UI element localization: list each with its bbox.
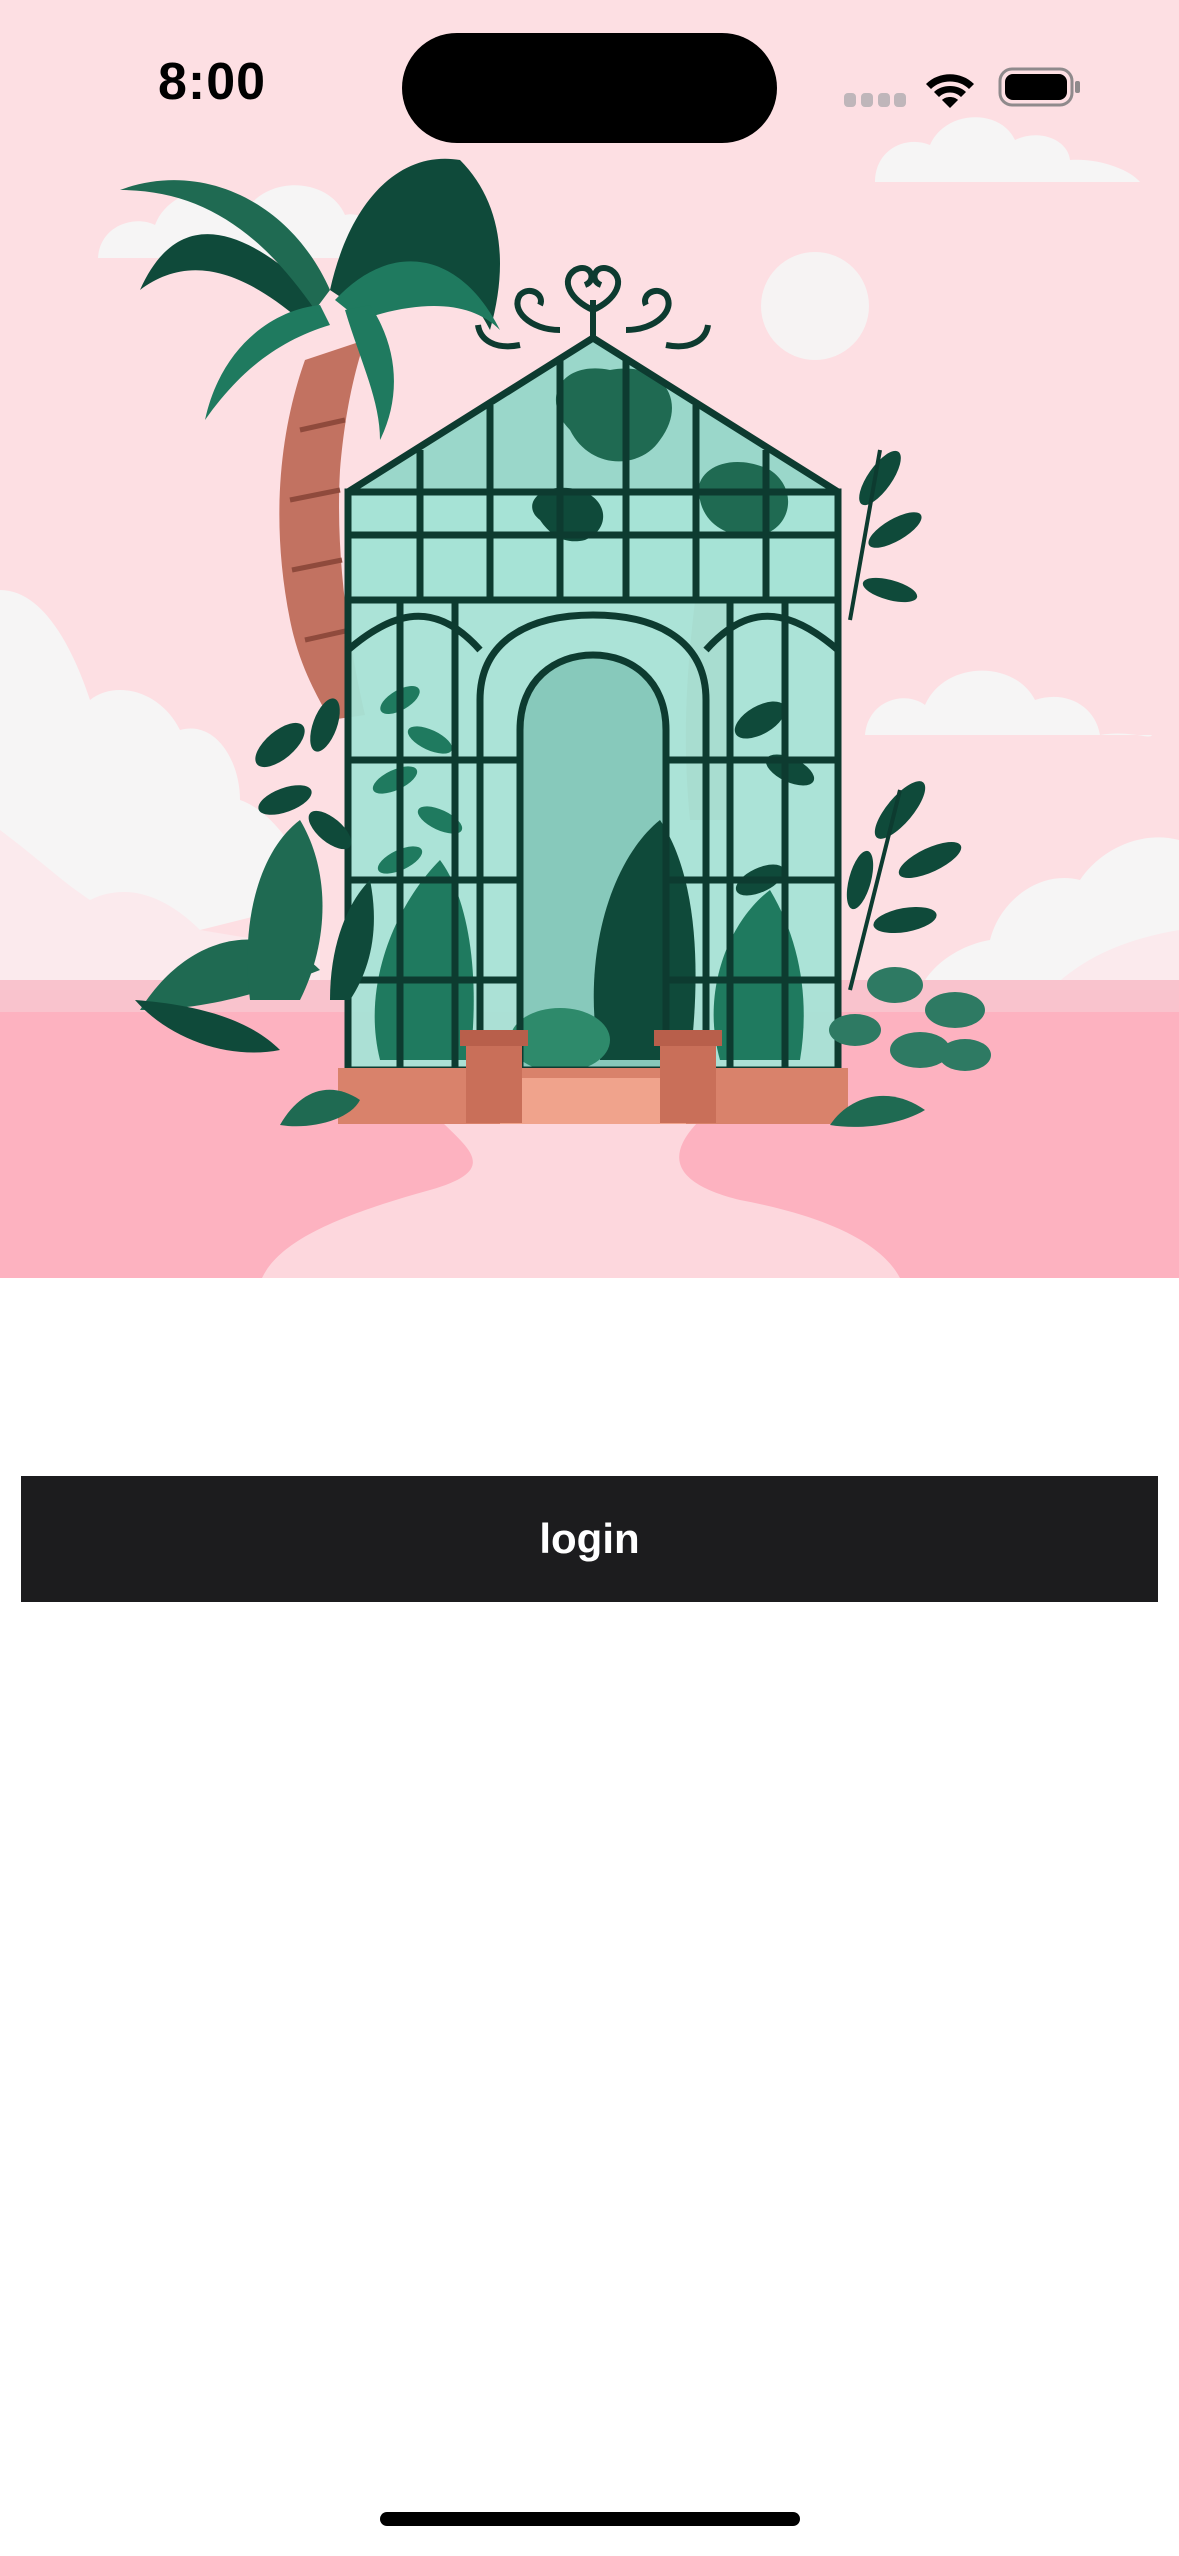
wifi-icon [926, 74, 974, 108]
greenhouse-illustration [0, 0, 1179, 1278]
status-time: 8:00 [158, 53, 267, 111]
cellular-signal-icon [844, 93, 906, 107]
status-bar: 8:00 [0, 0, 1179, 170]
login-button[interactable]: login [21, 1476, 1158, 1602]
home-indicator[interactable] [380, 2512, 800, 2526]
dynamic-island [402, 33, 777, 143]
login-screen: 8:00 login [0, 0, 1179, 2556]
battery-icon [998, 67, 1080, 107]
